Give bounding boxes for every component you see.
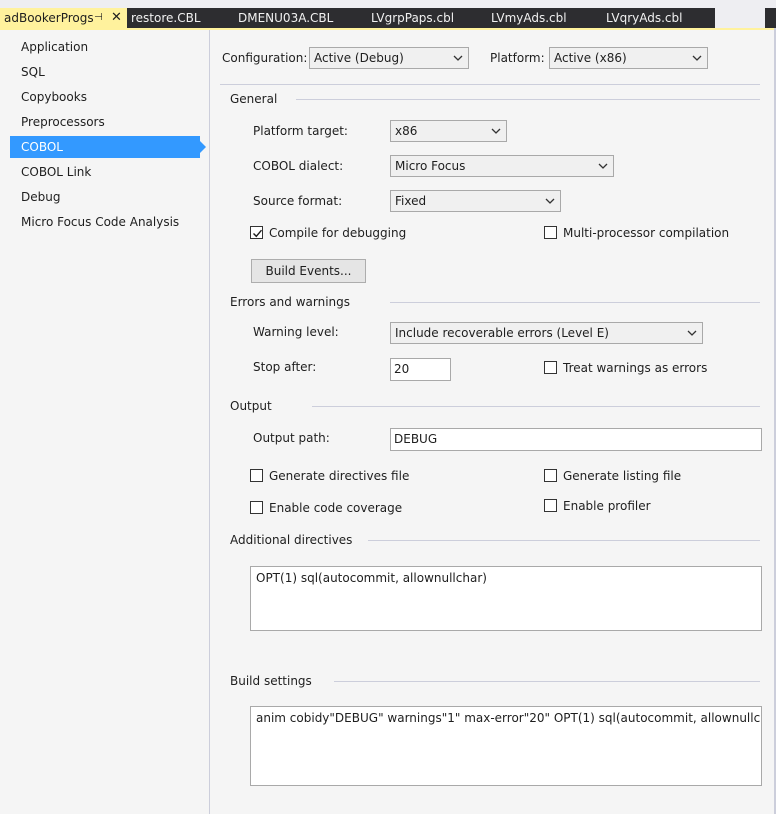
warning-level-dropdown[interactable]: Include recoverable errors (Level E) [390, 322, 703, 344]
chevron-down-icon [453, 48, 463, 68]
tab-label: restore.CBL [131, 11, 201, 25]
compile-debug-checkbox[interactable] [250, 226, 263, 239]
section-rule-general [296, 99, 760, 100]
chevron-down-icon [687, 323, 697, 343]
multiproc-label: Multi-processor compilation [563, 226, 730, 240]
tab-lvgrppaps-cbl[interactable]: LVgrpPaps.cbl [371, 8, 454, 28]
tab-lvqryads-cbl[interactable]: LVqryAds.cbl [606, 8, 682, 28]
close-icon[interactable]: ✕ [111, 8, 122, 28]
nav-item-cobol[interactable]: COBOL [10, 136, 206, 158]
nav-item-sql[interactable]: SQL [10, 61, 200, 83]
nav-item-cobol-link[interactable]: COBOL Link [10, 161, 200, 183]
output-path-input[interactable]: DEBUG [390, 428, 762, 451]
tab-label: LVmyAds.cbl [491, 11, 567, 25]
code-coverage-label: Enable code coverage [269, 501, 403, 515]
cobol-dialect-dropdown[interactable]: Micro Focus [390, 155, 614, 177]
nav-item-application[interactable]: Application [10, 36, 200, 58]
platform-target-label: Platform target: [253, 124, 348, 138]
pin-icon[interactable]: ⊣ [94, 8, 103, 28]
source-format-dropdown[interactable]: Fixed [390, 190, 561, 212]
gen-listing-checkbox[interactable] [544, 469, 557, 482]
gen-directives-checkbox[interactable] [250, 469, 263, 482]
profiler-label: Enable profiler [563, 499, 651, 513]
nav-item-copybooks[interactable]: Copybooks [10, 86, 200, 108]
configuration-value: Active (Debug) [314, 51, 404, 65]
build-events-button[interactable]: Build Events... [251, 259, 366, 283]
output-path-label: Output path: [253, 431, 330, 445]
platform-target-dropdown[interactable]: x86 [390, 120, 507, 142]
section-title-build: Build settings [230, 674, 312, 688]
tab-dmenu03a-cbl[interactable]: DMENU03A.CBL [238, 8, 333, 28]
cobol-properties-pane [211, 30, 776, 814]
chevron-down-icon [545, 191, 555, 211]
gen-directives-label: Generate directives file [269, 469, 410, 483]
tab-label: LVgrpPaps.cbl [371, 11, 455, 25]
platform-label: Platform: [490, 51, 545, 65]
platform-value: Active (x86) [554, 51, 627, 65]
section-rule-additional [368, 540, 760, 541]
source-format-value: Fixed [395, 194, 427, 208]
warning-level-label: Warning level: [253, 325, 339, 339]
chevron-down-icon [491, 121, 501, 141]
configuration-label: Configuration: [222, 51, 308, 65]
platform-target-value: x86 [395, 124, 418, 138]
nav-item-debug[interactable]: Debug [10, 186, 200, 208]
section-rule-output [312, 406, 760, 407]
section-title-output: Output [230, 399, 272, 413]
platform-dropdown[interactable]: Active (x86) [549, 47, 708, 69]
checkmark-icon [253, 229, 263, 238]
tab-restore-cbl[interactable]: restore.CBL [131, 8, 201, 28]
nav-item-preprocessors[interactable]: Preprocessors [10, 111, 200, 133]
chevron-down-icon [598, 156, 608, 176]
gen-listing-label: Generate listing file [563, 469, 682, 483]
property-page-nav: Application SQL Copybooks Preprocessors … [0, 30, 210, 814]
section-rule-errors [390, 302, 760, 303]
configuration-dropdown[interactable]: Active (Debug) [309, 47, 469, 69]
profiler-checkbox[interactable] [544, 499, 557, 512]
section-title-general: General [230, 92, 278, 106]
header-divider [220, 84, 760, 85]
treat-warnings-checkbox[interactable] [544, 361, 557, 374]
document-tab-strip: adBookerProgs ⊣ ✕ restore.CBL DMENU03A.C… [0, 0, 776, 28]
tab-label: adBookerProgs [4, 11, 94, 25]
cobol-dialect-value: Micro Focus [395, 159, 466, 173]
section-rule-build [334, 681, 760, 682]
tab-label: LVqryAds.cbl [606, 11, 683, 25]
warning-level-value: Include recoverable errors (Level E) [395, 326, 609, 340]
tab-overflow-strip [765, 8, 776, 28]
code-coverage-checkbox[interactable] [250, 501, 263, 514]
section-title-additional: Additional directives [230, 533, 353, 547]
stop-after-input[interactable]: 20 [390, 358, 451, 381]
chevron-down-icon [692, 48, 702, 68]
stop-after-label: Stop after: [253, 360, 317, 374]
tab-adbookerprogs[interactable]: adBookerProgs ⊣ ✕ [0, 8, 127, 28]
build-settings-output: anim cobidy"DEBUG" warnings"1" max-error… [250, 706, 762, 786]
treat-warnings-label: Treat warnings as errors [563, 361, 708, 375]
nav-item-code-analysis[interactable]: Micro Focus Code Analysis [10, 211, 200, 233]
tab-label: DMENU03A.CBL [238, 11, 334, 25]
additional-directives-input[interactable]: OPT(1) sql(autocommit, allownullchar) [250, 566, 762, 631]
cobol-dialect-label: COBOL dialect: [253, 159, 344, 173]
tab-lvmyads-cbl[interactable]: LVmyAds.cbl [491, 8, 567, 28]
multiproc-checkbox[interactable] [544, 226, 557, 239]
source-format-label: Source format: [253, 194, 343, 208]
section-title-errors: Errors and warnings [230, 295, 351, 309]
compile-debug-label: Compile for debugging [269, 226, 407, 240]
